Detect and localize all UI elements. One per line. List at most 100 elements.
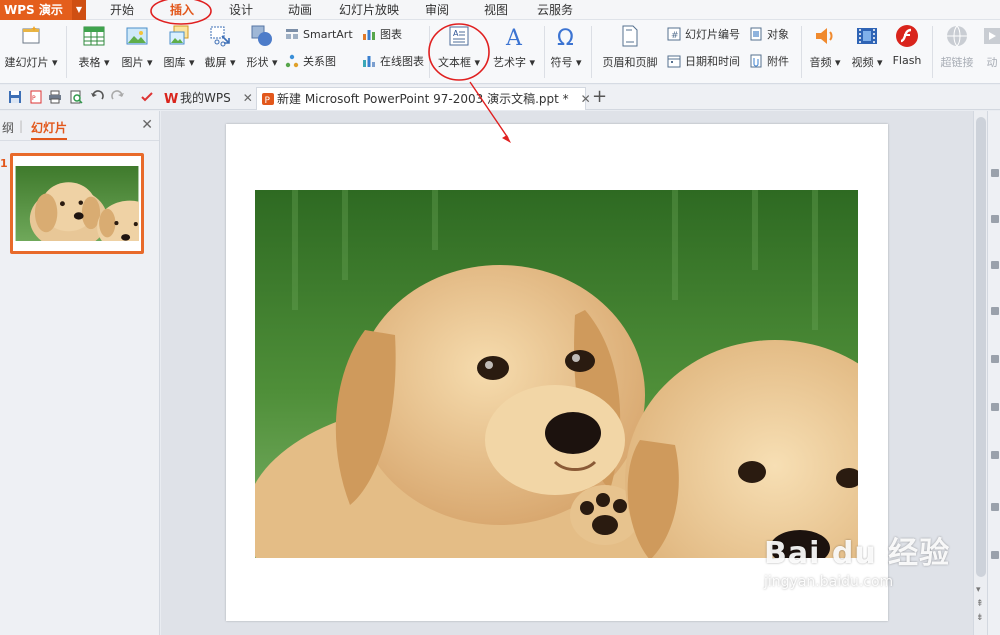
separator (66, 26, 67, 78)
gallery-icon (169, 25, 189, 45)
film-icon (857, 28, 877, 44)
object-icon (750, 27, 762, 41)
audio-label: 音频 (809, 56, 832, 69)
scroll-down-icon[interactable]: ▾ (976, 585, 981, 595)
tab-review[interactable]: 审阅 (425, 0, 449, 20)
picture-button[interactable]: 图片 ▾ (117, 24, 157, 80)
screenshot-icon (210, 26, 230, 47)
doc-tab-my-wps[interactable]: W 我的WPS ✕ (160, 87, 253, 110)
tab-animation[interactable]: 动画 (288, 0, 312, 20)
app-menu-button[interactable]: WPS 演示 ▼ (0, 0, 86, 20)
slide-thumbnail[interactable] (10, 153, 144, 254)
picture-icon (126, 27, 148, 45)
motion-label: 动 (986, 56, 998, 69)
tab-slideshow[interactable]: 幻灯片放映 (339, 0, 399, 20)
new-slide-button[interactable]: 建幻灯片 ▾ (0, 24, 62, 80)
task-pane-icon[interactable] (991, 215, 999, 223)
save-icon[interactable] (8, 90, 22, 104)
svg-text:#: # (671, 31, 679, 41)
relation-chart-label: 关系图 (303, 55, 336, 68)
tab-slides[interactable]: 幻灯片 (31, 119, 68, 140)
screenshot-button[interactable]: 截屏 ▾ (200, 24, 240, 80)
export-pdf-icon[interactable]: P (29, 90, 43, 104)
wps-logo-icon: W (164, 92, 178, 105)
gallery-button[interactable]: 图库 ▾ (159, 24, 199, 80)
ppt-file-icon: P (262, 93, 274, 106)
tab-divider: | (19, 119, 24, 133)
task-pane-icon[interactable] (991, 403, 999, 411)
new-tab-plus-icon[interactable]: + (592, 88, 607, 106)
app-menu-dropdown-icon[interactable]: ▼ (72, 0, 86, 20)
tab-outline[interactable]: 纲 (2, 119, 14, 136)
smartart-icon (286, 29, 298, 39)
screenshot-label: 截屏 (204, 56, 227, 69)
chart-button[interactable]: 图表 (362, 25, 402, 45)
slide-thumbnail-number: 1 (0, 157, 8, 170)
close-panel-icon[interactable]: ✕ (141, 117, 153, 133)
svg-text:W: W (164, 92, 178, 105)
watermark-brand: Bai du 经验 (764, 536, 951, 571)
table-icon (83, 26, 105, 46)
tab-view[interactable]: 视图 (484, 0, 508, 20)
video-button[interactable]: 视频 ▾ (847, 24, 887, 80)
object-label: 对象 (767, 28, 789, 41)
task-pane-icon[interactable] (991, 551, 999, 559)
task-pane-icon[interactable] (991, 451, 999, 459)
datetime-button[interactable]: 日期和时间 (667, 52, 740, 72)
doc-tab-label: 我的WPS (180, 91, 231, 105)
motion-button[interactable]: 动 (980, 24, 1000, 80)
slide-number-button[interactable]: # 幻灯片编号 (667, 25, 740, 45)
task-pane-icon[interactable] (991, 261, 999, 269)
svg-text:Ω: Ω (557, 26, 574, 48)
doc-tab-label: 新建 Microsoft PowerPoint 97-2003 演示文稿.ppt… (277, 92, 569, 106)
object-button[interactable]: 对象 (749, 25, 789, 45)
vertical-scrollbar[interactable]: ▾ ⇞ ⇟ (973, 111, 987, 635)
hyperlink-button[interactable]: 超链接 (937, 24, 977, 80)
speaker-icon (816, 28, 833, 44)
shape-button[interactable]: 形状 ▾ (242, 24, 282, 80)
table-button[interactable]: 表格 ▾ (74, 24, 114, 80)
symbol-button[interactable]: Ω 符号 ▾ (546, 24, 586, 80)
task-pane-icon[interactable] (991, 169, 999, 177)
attachment-icon (750, 54, 762, 68)
close-icon[interactable]: ✕ (581, 92, 591, 106)
relation-chart-button[interactable]: 关系图 (285, 52, 336, 72)
online-chart-button[interactable]: 在线图表 (362, 52, 424, 72)
tab-home[interactable]: 开始 (110, 0, 134, 20)
tab-design[interactable]: 设计 (229, 0, 253, 20)
smartart-button[interactable]: SmartArt (285, 25, 353, 45)
redo-icon[interactable] (111, 90, 125, 104)
separator (429, 26, 430, 78)
attachment-button[interactable]: 附件 (749, 52, 789, 72)
audio-button[interactable]: 音频 ▾ (805, 24, 845, 80)
calendar-icon (667, 55, 681, 68)
new-slide-icon (22, 26, 40, 44)
tab-insert[interactable]: 插入 (170, 0, 194, 20)
tab-cloud[interactable]: 云服务 (537, 0, 573, 20)
print-icon[interactable] (48, 90, 62, 104)
puppies-thumbnail-image (15, 166, 139, 241)
next-slide-icon[interactable]: ⇟ (976, 613, 984, 623)
datetime-label: 日期和时间 (685, 55, 740, 68)
print-preview-icon[interactable] (69, 90, 83, 104)
wordart-button[interactable]: A 艺术字 ▾ (488, 24, 540, 80)
task-pane-icon[interactable] (991, 307, 999, 315)
customize-quick-access-icon[interactable] (140, 90, 154, 104)
doc-tab-presentation[interactable]: P 新建 Microsoft PowerPoint 97-2003 演示文稿.p… (256, 87, 591, 110)
undo-icon[interactable] (90, 90, 104, 104)
header-footer-button[interactable]: 页眉和页脚 (598, 24, 662, 80)
video-label: 视频 (851, 56, 874, 69)
textbox-button[interactable]: A 文本框 ▾ (434, 24, 484, 80)
scrollbar-thumb[interactable] (976, 117, 986, 577)
app-name: WPS 演示 (4, 3, 63, 17)
baidu-watermark: Bai du 经验 jingyan.baidu.com (764, 528, 964, 618)
flash-button[interactable]: Flash (889, 24, 925, 80)
textbox-label: 文本框 (437, 56, 471, 69)
close-icon[interactable]: ✕ (243, 91, 253, 105)
svg-text:P: P (265, 96, 271, 106)
task-pane-icon[interactable] (991, 355, 999, 363)
flash-icon (896, 25, 918, 47)
puppies-photo[interactable] (255, 190, 858, 558)
previous-slide-icon[interactable]: ⇞ (976, 599, 984, 609)
task-pane-icon[interactable] (991, 503, 999, 511)
